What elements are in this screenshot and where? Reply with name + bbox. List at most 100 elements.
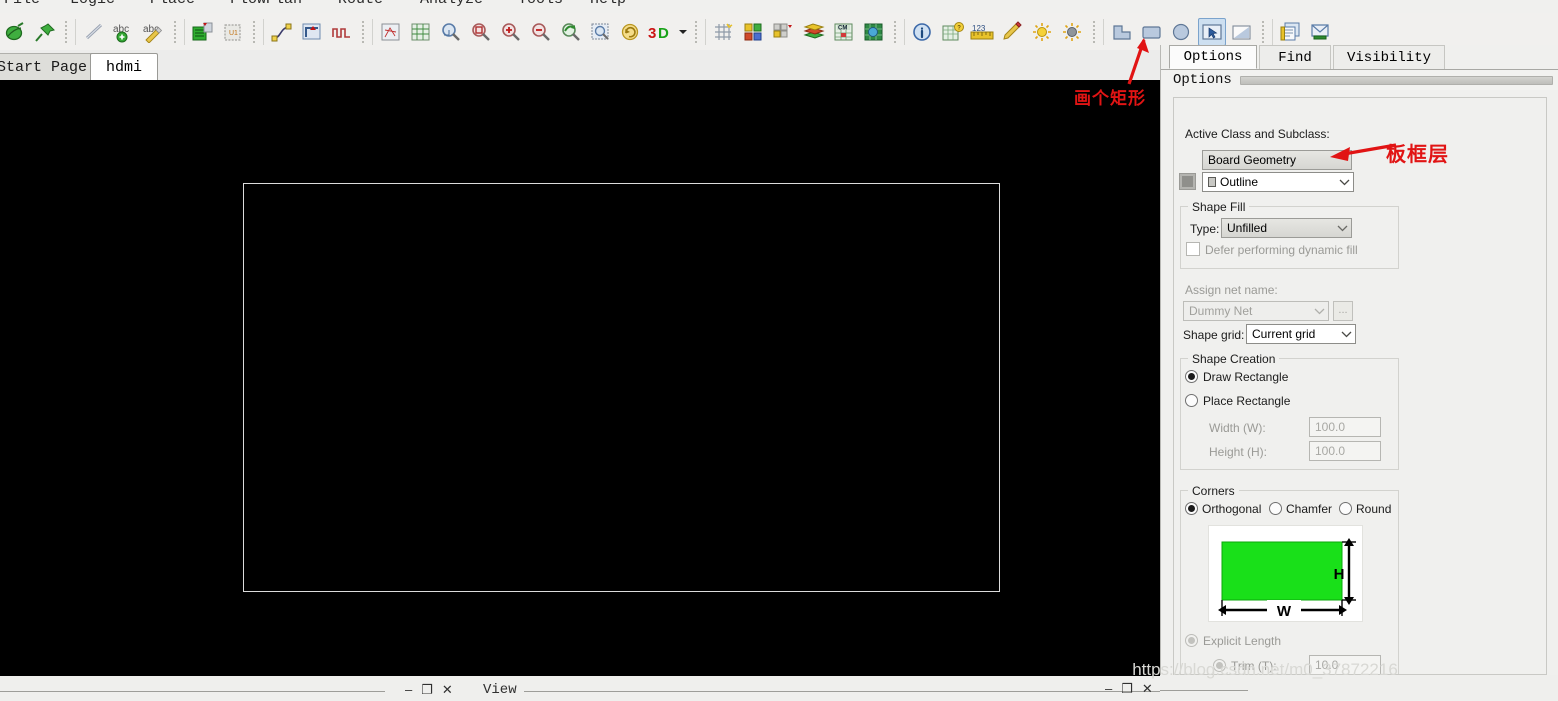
zoom-in-icon[interactable] bbox=[497, 18, 525, 46]
zoom-fit-icon[interactable] bbox=[437, 18, 465, 46]
chevron-down-icon[interactable] bbox=[1311, 302, 1328, 320]
assign-net-combo[interactable]: Dummy Net bbox=[1183, 301, 1329, 321]
zoom-points-icon[interactable] bbox=[467, 18, 495, 46]
tab-find[interactable]: Find bbox=[1259, 45, 1331, 69]
assign-net-browse-button[interactable]: ... bbox=[1333, 301, 1353, 321]
radio-orthogonal[interactable] bbox=[1185, 502, 1198, 515]
shape-select-icon[interactable] bbox=[1198, 17, 1226, 46]
radio-draw-rectangle[interactable] bbox=[1185, 370, 1198, 383]
world-view-icon[interactable] bbox=[860, 18, 888, 46]
defer-dynamic-fill-checkbox[interactable] bbox=[1186, 242, 1200, 256]
restore-button[interactable]: ❐ bbox=[421, 683, 433, 696]
leaf-icon[interactable] bbox=[1, 18, 29, 46]
report-icon[interactable]: ? bbox=[939, 18, 967, 46]
shape-creation-group-title: Shape Creation bbox=[1188, 352, 1280, 366]
bottom-window-buttons-left[interactable]: – ❐ ✕ bbox=[405, 683, 453, 696]
toolbar-grip[interactable] bbox=[359, 18, 367, 45]
bottom-divider-panel bbox=[1160, 690, 1248, 691]
tab-options[interactable]: Options bbox=[1169, 45, 1257, 69]
radio-round[interactable] bbox=[1339, 502, 1352, 515]
shape-edit-icon[interactable] bbox=[1228, 18, 1256, 46]
toolbar-grip[interactable] bbox=[1090, 18, 1098, 45]
toolbar-grip[interactable] bbox=[692, 18, 700, 45]
panel-header-title: Options bbox=[1173, 72, 1232, 88]
toolbar-separator bbox=[705, 18, 706, 45]
toolbar-separator bbox=[263, 18, 264, 45]
component-icon[interactable]: U1 bbox=[219, 18, 247, 46]
slide-icon[interactable] bbox=[298, 18, 326, 46]
corner-preview: H W bbox=[1208, 525, 1363, 622]
radio-draw-rectangle-label: Draw Rectangle bbox=[1203, 370, 1289, 384]
minimize-button-2[interactable]: – bbox=[1105, 682, 1112, 695]
radio-chamfer[interactable] bbox=[1269, 502, 1282, 515]
board-outline-rectangle[interactable] bbox=[243, 183, 1000, 592]
menu-item-file[interactable]: File bbox=[4, 0, 40, 8]
active-class-combo[interactable]: Board Geometry bbox=[1202, 150, 1352, 170]
line-icon[interactable] bbox=[80, 18, 108, 46]
measure-icon[interactable]: 123 bbox=[969, 18, 997, 46]
menu-item-help[interactable]: Help bbox=[590, 0, 626, 8]
radio-orthogonal-label: Orthogonal bbox=[1202, 502, 1262, 516]
toolbar-grip[interactable] bbox=[62, 18, 70, 45]
radio-place-rectangle[interactable] bbox=[1185, 394, 1198, 407]
chevron-down-icon[interactable] bbox=[1334, 219, 1351, 237]
toolbar-grip[interactable] bbox=[1259, 18, 1267, 45]
constraint-manager-icon[interactable]: CM bbox=[830, 18, 858, 46]
restore-button-2[interactable]: ❐ bbox=[1121, 682, 1133, 695]
grid-toggle-icon[interactable] bbox=[710, 18, 738, 46]
pin-icon[interactable] bbox=[31, 18, 59, 46]
toolbar-separator bbox=[75, 18, 76, 45]
shape-grid-combo[interactable]: Current grid bbox=[1246, 324, 1356, 344]
zoom-out-icon[interactable] bbox=[527, 18, 555, 46]
shape-polygon-icon[interactable] bbox=[1108, 18, 1136, 46]
doc-tab-start-page[interactable]: Start Page bbox=[0, 53, 96, 80]
close-button[interactable]: ✕ bbox=[442, 683, 453, 696]
properties-icon[interactable] bbox=[1277, 18, 1305, 46]
color-layers-icon[interactable] bbox=[740, 18, 768, 46]
color-dark-icon[interactable] bbox=[1059, 18, 1087, 46]
stackup-icon[interactable] bbox=[800, 18, 828, 46]
toolbar-grip[interactable] bbox=[171, 18, 179, 45]
toolbar-grip[interactable] bbox=[250, 18, 258, 45]
net-schedule-icon[interactable] bbox=[1307, 18, 1335, 46]
zoom-previous-icon[interactable] bbox=[557, 18, 585, 46]
edit-text-icon[interactable]: abc bbox=[140, 18, 168, 46]
color-bright-icon[interactable] bbox=[1029, 18, 1057, 46]
minimize-button[interactable]: – bbox=[405, 683, 412, 696]
doc-tab-hdmi[interactable]: hdmi bbox=[90, 53, 158, 80]
height-input[interactable]: 100.0 bbox=[1309, 441, 1381, 461]
menu-item-tools[interactable]: Tools bbox=[518, 0, 563, 8]
subclass-combo[interactable]: Outline bbox=[1202, 172, 1354, 192]
menu-item-analyze[interactable]: Analyze bbox=[420, 0, 483, 8]
design-canvas[interactable] bbox=[0, 80, 1160, 675]
menu-item-place[interactable]: Place bbox=[150, 0, 195, 8]
show-element-icon[interactable] bbox=[909, 18, 937, 46]
close-button-2[interactable]: ✕ bbox=[1142, 682, 1153, 695]
menu-item-logic[interactable]: Logic bbox=[70, 0, 115, 8]
delay-tune-icon[interactable] bbox=[328, 18, 356, 46]
subclass-color-swatch[interactable] bbox=[1179, 173, 1196, 190]
toolbar-grip[interactable] bbox=[891, 18, 899, 45]
chevron-down-icon[interactable] bbox=[1338, 325, 1355, 343]
menu-item-route[interactable]: Route bbox=[338, 0, 383, 8]
zoom-selection-icon[interactable] bbox=[587, 18, 615, 46]
radio-explicit-length[interactable] bbox=[1185, 634, 1198, 647]
shape-circle-icon[interactable] bbox=[1168, 18, 1196, 46]
place-manual-icon[interactable] bbox=[189, 18, 217, 46]
chevron-down-icon[interactable] bbox=[1336, 173, 1353, 191]
subclass-icon[interactable] bbox=[770, 18, 798, 46]
shape-rectangle-icon[interactable] bbox=[1138, 18, 1166, 46]
add-connect-icon[interactable] bbox=[268, 18, 296, 46]
highlight-icon[interactable] bbox=[999, 18, 1027, 46]
tab-visibility[interactable]: Visibility bbox=[1333, 45, 1445, 69]
three-d-dropdown-caret[interactable] bbox=[676, 18, 690, 46]
shape-fill-type-combo[interactable]: Unfilled bbox=[1221, 218, 1352, 238]
display-ratsnest-icon[interactable] bbox=[377, 18, 405, 46]
three-d-view-icon[interactable]: 3 D bbox=[647, 18, 675, 46]
menu-item-flowplan[interactable]: FlowPlan bbox=[230, 0, 302, 8]
add-text-icon[interactable]: abc bbox=[110, 18, 138, 46]
display-grid-icon[interactable] bbox=[407, 18, 435, 46]
refresh-icon[interactable] bbox=[617, 18, 645, 46]
bottom-window-buttons-right[interactable]: – ❐ ✕ bbox=[1105, 682, 1153, 695]
width-input[interactable]: 100.0 bbox=[1309, 417, 1381, 437]
